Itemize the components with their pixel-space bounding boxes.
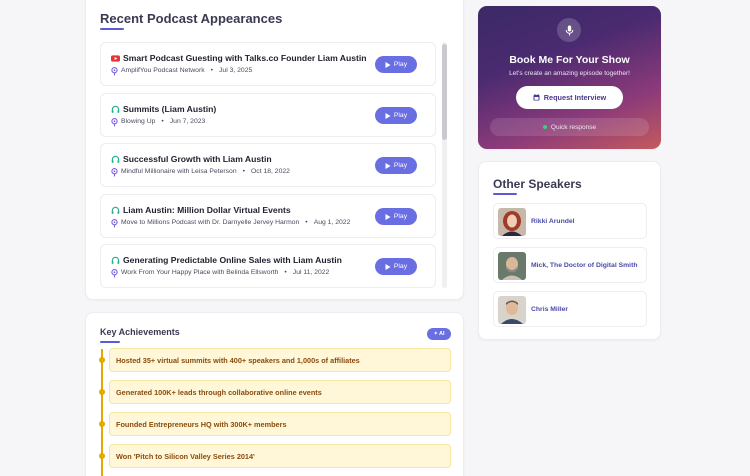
timeline-dot [99, 421, 105, 427]
podcast-network: Blowing Up [121, 118, 156, 125]
headphones-icon [111, 206, 120, 214]
youtube-icon [111, 55, 120, 62]
timeline-dot [99, 357, 105, 363]
request-interview-label: Request Interview [543, 93, 607, 102]
quick-response-label: Quick response [550, 123, 597, 131]
play-label: Play [393, 263, 408, 270]
podcast-meta: Work From Your Happy Place with Belinda … [121, 269, 329, 276]
podcast-item: Successful Growth with Liam Austin Mindf… [100, 143, 436, 187]
speaker-name: Mick, The Doctor of Digital Smith [531, 262, 638, 269]
play-label: Play [393, 213, 408, 220]
play-label: Play [393, 162, 408, 169]
title-underline [100, 28, 124, 30]
podcast-mic-icon [111, 67, 118, 76]
play-button[interactable]: Play [375, 157, 417, 174]
podcast-meta: Move to Millions Podcast with Dr. Darnye… [121, 219, 350, 226]
timeline-dot [99, 389, 105, 395]
request-interview-button[interactable]: Request Interview [516, 86, 623, 109]
calendar-icon [533, 94, 540, 101]
headphones-icon [111, 105, 120, 113]
headphones-icon [111, 256, 120, 264]
title-underline [493, 193, 517, 195]
speaker-item[interactable]: Chris Miller [493, 291, 647, 327]
scrollbar-thumb[interactable] [442, 44, 447, 140]
speaker-name: Chris Miller [531, 306, 569, 313]
achievement-item: Generated 100K+ leads through collaborat… [109, 380, 451, 404]
podcasts-section-title: Recent Podcast Appearances [100, 11, 283, 26]
separator-dot: • [284, 269, 287, 276]
sparkle-icon: ✦ [433, 331, 439, 337]
play-button[interactable]: Play [375, 258, 417, 275]
play-icon [385, 263, 391, 270]
podcast-date: Aug 1, 2022 [313, 219, 351, 226]
speaker-avatar [498, 208, 526, 236]
timeline-dot [99, 453, 105, 459]
podcast-meta: AmplifYou Podcast Network • Jul 3, 2025 [121, 67, 252, 74]
play-button[interactable]: Play [375, 56, 417, 73]
podcast-mic-icon [111, 219, 118, 228]
play-icon [385, 112, 391, 119]
separator-dot: • [161, 118, 164, 125]
play-icon [385, 213, 391, 220]
podcast-item: Liam Austin: Million Dollar Virtual Even… [100, 194, 436, 238]
podcast-list-scrollbar[interactable] [442, 42, 447, 288]
podcast-date: Jul 11, 2022 [292, 269, 330, 276]
separator-dot: • [305, 219, 308, 226]
ai-badge-label: AI [439, 331, 445, 337]
achievement-item: Won 'Pitch to Silicon Valley Series 2014… [109, 444, 451, 468]
play-icon [385, 61, 391, 68]
podcast-network: Mindful Millionaire with Leisa Peterson [121, 168, 237, 175]
podcast-title: Liam Austin: Million Dollar Virtual Even… [123, 205, 291, 215]
booking-card: Book Me For Your Show Let's create an am… [478, 6, 661, 149]
separator-dot: • [242, 168, 245, 175]
speakers-section-title: Other Speakers [493, 177, 582, 191]
speaker-avatar [498, 252, 526, 280]
ai-badge[interactable]: ✦ AI [427, 328, 451, 340]
podcast-mic-icon [111, 269, 118, 278]
podcast-network: AmplifYou Podcast Network [121, 67, 205, 74]
quick-response-badge: Quick response [490, 118, 649, 136]
podcast-date: Jun 7, 2023 [169, 118, 206, 125]
podcast-title: Successful Growth with Liam Austin [123, 154, 272, 164]
podcast-network: Work From Your Happy Place with Belinda … [121, 269, 279, 276]
achievements-section-title: Key Achievements [100, 327, 180, 337]
separator-dot: • [210, 67, 214, 74]
podcast-appearances-card: Recent Podcast Appearances Smart Podcast… [85, 0, 464, 300]
podcast-item: Generating Predictable Online Sales with… [100, 244, 436, 288]
play-button[interactable]: Play [375, 208, 417, 225]
booking-subtitle: Let's create an amazing episode together… [509, 70, 630, 77]
podcast-date: Oct 18, 2022 [251, 168, 290, 175]
microphone-icon [557, 18, 581, 42]
play-icon [385, 162, 391, 169]
podcast-title: Generating Predictable Online Sales with… [123, 255, 342, 265]
online-status-dot [542, 125, 547, 129]
achievement-item: Founded Entrepreneurs HQ with 300K+ memb… [109, 412, 451, 436]
speaker-item[interactable]: Rikki Arundel [493, 203, 647, 239]
speaker-name: Rikki Arundel [531, 218, 575, 225]
title-underline [100, 341, 120, 343]
podcast-item: Summits (Liam Austin) Blowing Up • Jun 7, … [100, 93, 436, 137]
podcast-item: Smart Podcast Guesting with Talks.co Fou… [100, 42, 436, 86]
key-achievements-card: Key Achievements ✦ AI Hosted 35+ virtual … [85, 312, 464, 476]
podcast-mic-icon [111, 118, 118, 127]
podcast-title: Smart Podcast Guesting with Talks.co Fou… [123, 53, 367, 63]
podcast-meta: Blowing Up • Jun 7, 2023 [121, 118, 205, 125]
other-speakers-card: Other Speakers Rikki Arundel Mick, The D… [478, 161, 661, 340]
speaker-item[interactable]: Mick, The Doctor of Digital Smith [493, 247, 647, 283]
play-button[interactable]: Play [375, 107, 417, 124]
achievement-item: Hosted 35+ virtual summits with 400+ spe… [109, 348, 451, 372]
speaker-avatar [498, 296, 526, 324]
podcast-meta: Mindful Millionaire with Leisa Peterson •… [121, 168, 290, 175]
headphones-icon [111, 155, 120, 163]
podcast-network: Move to Millions Podcast with Dr. Darnye… [121, 219, 300, 226]
podcast-title: Summits (Liam Austin) [123, 104, 217, 114]
podcast-list[interactable]: Smart Podcast Guesting with Talks.co Fou… [100, 42, 436, 288]
play-label: Play [393, 61, 408, 68]
podcast-mic-icon [111, 168, 118, 177]
podcast-date: Jul 3, 2025 [219, 67, 253, 74]
booking-title: Book Me For Your Show [509, 54, 630, 66]
play-label: Play [393, 112, 408, 119]
